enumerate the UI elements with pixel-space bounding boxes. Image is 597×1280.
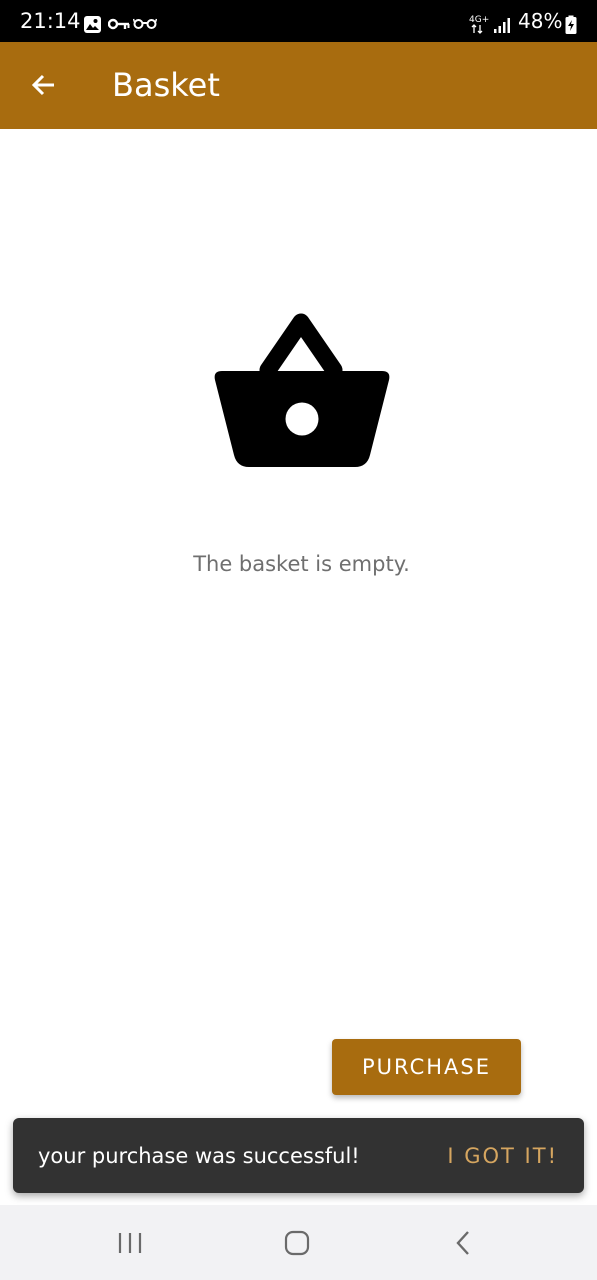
app-bar: Basket [0, 42, 597, 129]
snackbar-dismiss-button[interactable]: I GOT IT! [447, 1141, 558, 1171]
back-button[interactable] [22, 64, 64, 106]
snackbar-message: your purchase was successful! [38, 1144, 360, 1168]
back-icon [456, 1231, 469, 1255]
status-time: 21:14 [20, 9, 81, 33]
nav-back-button[interactable] [444, 1225, 484, 1261]
home-icon [284, 1230, 310, 1256]
key-icon [108, 18, 130, 30]
purchase-button[interactable]: PURCHASE [332, 1039, 521, 1095]
signal-icon [494, 18, 510, 33]
network-label: 4G+ [469, 15, 489, 25]
network-4g-icon: 4G+ [469, 15, 489, 34]
system-nav-bar [0, 1205, 597, 1280]
battery-charging-icon [565, 15, 577, 34]
gallery-icon [84, 16, 101, 33]
basket-icon [214, 313, 390, 467]
empty-basket-message: The basket is empty. [193, 552, 410, 576]
page-title: Basket [112, 66, 220, 104]
glasses-icon [133, 18, 157, 29]
snackbar: your purchase was successful! I GOT IT! [13, 1118, 584, 1193]
status-bar: 21:14 4G+ 48% [0, 0, 597, 42]
recent-apps-icon [118, 1233, 142, 1253]
recent-apps-button[interactable] [110, 1225, 150, 1261]
home-button[interactable] [277, 1225, 317, 1261]
arrow-back-icon [31, 74, 54, 96]
battery-percentage: 48% [518, 9, 563, 33]
